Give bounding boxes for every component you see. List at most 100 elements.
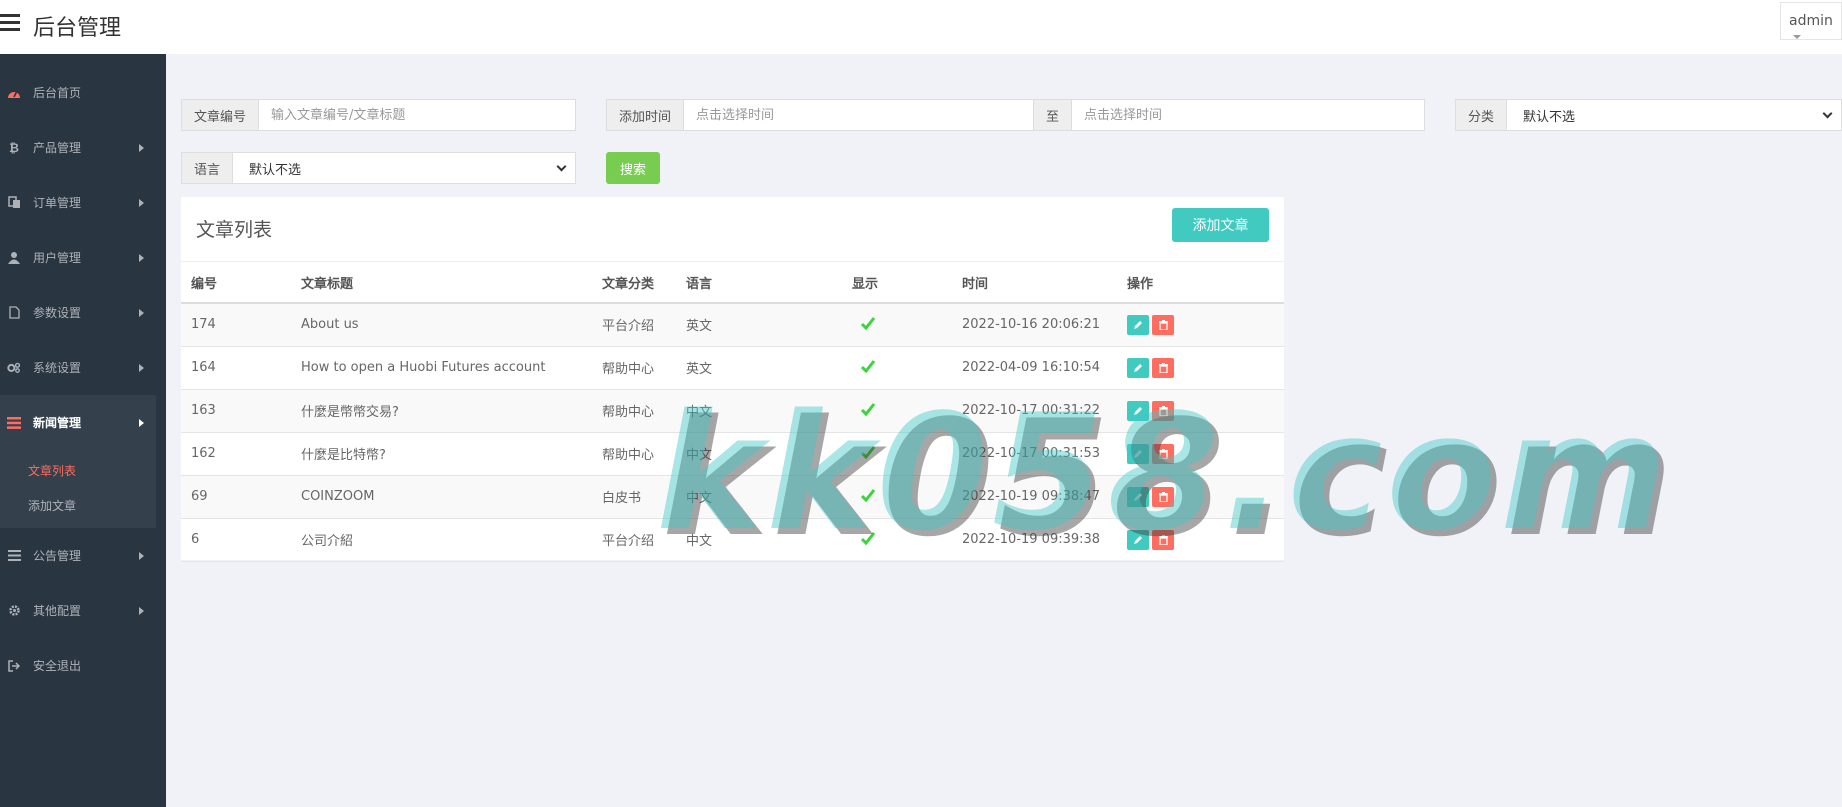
article-no-input[interactable]	[259, 100, 575, 130]
table-row[interactable]: 162 什麼是比特幣? 帮助中心 中文 2022-10-17 00:31:53	[181, 432, 1284, 476]
delete-button[interactable]	[1152, 314, 1174, 335]
language-label: 语言	[182, 153, 234, 183]
column-header[interactable]: 文章标题	[291, 262, 592, 304]
cell-category: 帮助中心	[592, 389, 676, 433]
end-time-input[interactable]	[1072, 100, 1424, 130]
language-select-value: 默认不选	[249, 162, 302, 178]
sidebar-item-label: 参数设置	[33, 306, 82, 320]
panel-title: 文章列表	[196, 219, 273, 241]
cell-title: How to open a Huobi Futures account	[291, 346, 592, 390]
language-group: 语言 默认不选	[181, 152, 576, 184]
check-icon	[860, 359, 876, 373]
cell-category: 白皮书	[592, 475, 676, 519]
sidebar-item-label: 公告管理	[33, 549, 82, 563]
cell-language: 中文	[676, 389, 842, 433]
delete-button[interactable]	[1152, 400, 1174, 421]
cell-actions	[1117, 346, 1284, 390]
pencil-icon	[1134, 492, 1142, 501]
table-row[interactable]: 163 什麼是幣幣交易? 帮助中心 中文 2022-10-17 00:31:22	[181, 389, 1284, 433]
column-header[interactable]: 编号	[181, 262, 291, 304]
search-button[interactable]: 搜索	[606, 152, 660, 184]
category-group: 分类 默认不选	[1455, 99, 1842, 131]
language-select[interactable]: 默认不选	[233, 153, 575, 183]
sidebar-item-logout[interactable]: 安全退出	[0, 638, 156, 693]
caret-down-icon	[1793, 35, 1801, 39]
check-icon	[860, 316, 876, 330]
check-icon	[860, 488, 876, 502]
sidebar-item-system[interactable]: 系统设置	[0, 340, 156, 395]
pencil-icon	[1134, 320, 1142, 329]
table-row[interactable]: 6 公司介紹 平台介绍 中文 2022-10-19 09:39:38	[181, 518, 1284, 562]
column-header[interactable]: 显示	[842, 262, 952, 304]
submenu-item-add-article[interactable]: 添加文章	[0, 489, 156, 524]
check-icon	[860, 445, 876, 459]
article-no-label: 文章编号	[182, 100, 260, 130]
table-row[interactable]: 69 COINZOOM 白皮书 中文 2022-10-19 09:38:47	[181, 475, 1284, 519]
sidebar-item-label: 系统设置	[33, 361, 82, 375]
cell-title: 什麼是幣幣交易?	[291, 389, 592, 433]
user-menu-dropdown[interactable]: admin	[1780, 2, 1842, 40]
delete-button[interactable]	[1152, 529, 1174, 550]
cell-visible	[842, 389, 952, 433]
cell-time: 2022-04-09 16:10:54	[952, 346, 1117, 390]
table-row[interactable]: 174 About us 平台介绍 英文 2022-10-16 20:06:21	[181, 303, 1284, 347]
menu-toggle-icon[interactable]	[0, 14, 20, 32]
edit-button[interactable]	[1127, 400, 1149, 421]
sign-out-icon	[7, 659, 21, 673]
edit-button[interactable]	[1127, 443, 1149, 464]
sidebar-item-orders[interactable]: 订单管理	[0, 175, 156, 230]
table-row[interactable]: 164 How to open a Huobi Futures account …	[181, 346, 1284, 390]
cell-visible	[842, 432, 952, 476]
cogs-icon	[7, 361, 21, 375]
delete-button[interactable]	[1152, 486, 1174, 507]
edit-button[interactable]	[1127, 357, 1149, 378]
file-icon	[7, 306, 21, 320]
column-header[interactable]: 文章分类	[592, 262, 676, 304]
cell-language: 中文	[676, 518, 842, 562]
cell-id: 162	[181, 432, 291, 476]
check-icon	[860, 531, 876, 545]
sidebar-item-announcements[interactable]: 公告管理	[0, 528, 156, 583]
sidebar-item-label: 安全退出	[33, 659, 82, 673]
cell-id: 69	[181, 475, 291, 519]
cell-time: 2022-10-16 20:06:21	[952, 303, 1117, 347]
sidebar: 后台首页 ₿ 产品管理 订单管理 用户管理 参数设置 系统设置 新闻管理 文章列…	[0, 54, 166, 807]
user-icon	[7, 251, 21, 265]
sidebar-item-products[interactable]: ₿ 产品管理	[0, 120, 156, 175]
sidebar-item-users[interactable]: 用户管理	[0, 230, 156, 285]
submenu-item-article-list[interactable]: 文章列表	[0, 454, 156, 489]
sidebar-item-other-config[interactable]: 其他配置	[0, 583, 156, 638]
check-icon	[860, 402, 876, 416]
delete-button[interactable]	[1152, 357, 1174, 378]
article-list-panel: 文章列表 添加文章 编号 文章标题 文章分类 语言 显示 时间 操作 174 A…	[181, 197, 1284, 562]
trash-icon	[1158, 319, 1168, 330]
chevron-right-icon	[139, 199, 144, 207]
cell-id: 164	[181, 346, 291, 390]
add-time-label: 添加时间	[607, 100, 685, 130]
category-select[interactable]: 默认不选	[1507, 100, 1841, 130]
chevron-right-icon	[139, 419, 144, 427]
cell-time: 2022-10-17 00:31:22	[952, 389, 1117, 433]
copy-icon	[7, 196, 21, 210]
start-time-input[interactable]	[684, 100, 1034, 130]
pencil-icon	[1134, 406, 1142, 415]
list-icon	[7, 416, 21, 430]
edit-button[interactable]	[1127, 314, 1149, 335]
cell-time: 2022-10-17 00:31:53	[952, 432, 1117, 476]
dashboard-icon	[7, 86, 21, 100]
add-article-button[interactable]: 添加文章	[1172, 208, 1269, 242]
delete-button[interactable]	[1152, 443, 1174, 464]
sidebar-item-label: 新闻管理	[33, 416, 82, 430]
column-header[interactable]: 语言	[676, 262, 842, 304]
cell-category: 平台介绍	[592, 303, 676, 347]
sidebar-item-news[interactable]: 新闻管理	[0, 395, 156, 450]
column-header[interactable]: 时间	[952, 262, 1117, 304]
chevron-right-icon	[139, 364, 144, 372]
sidebar-item-dashboard[interactable]: 后台首页	[0, 65, 156, 120]
column-header[interactable]: 操作	[1117, 262, 1284, 304]
edit-button[interactable]	[1127, 529, 1149, 550]
chevron-right-icon	[139, 309, 144, 317]
edit-button[interactable]	[1127, 486, 1149, 507]
chevron-down-icon	[1822, 108, 1833, 118]
sidebar-item-params[interactable]: 参数设置	[0, 285, 156, 340]
